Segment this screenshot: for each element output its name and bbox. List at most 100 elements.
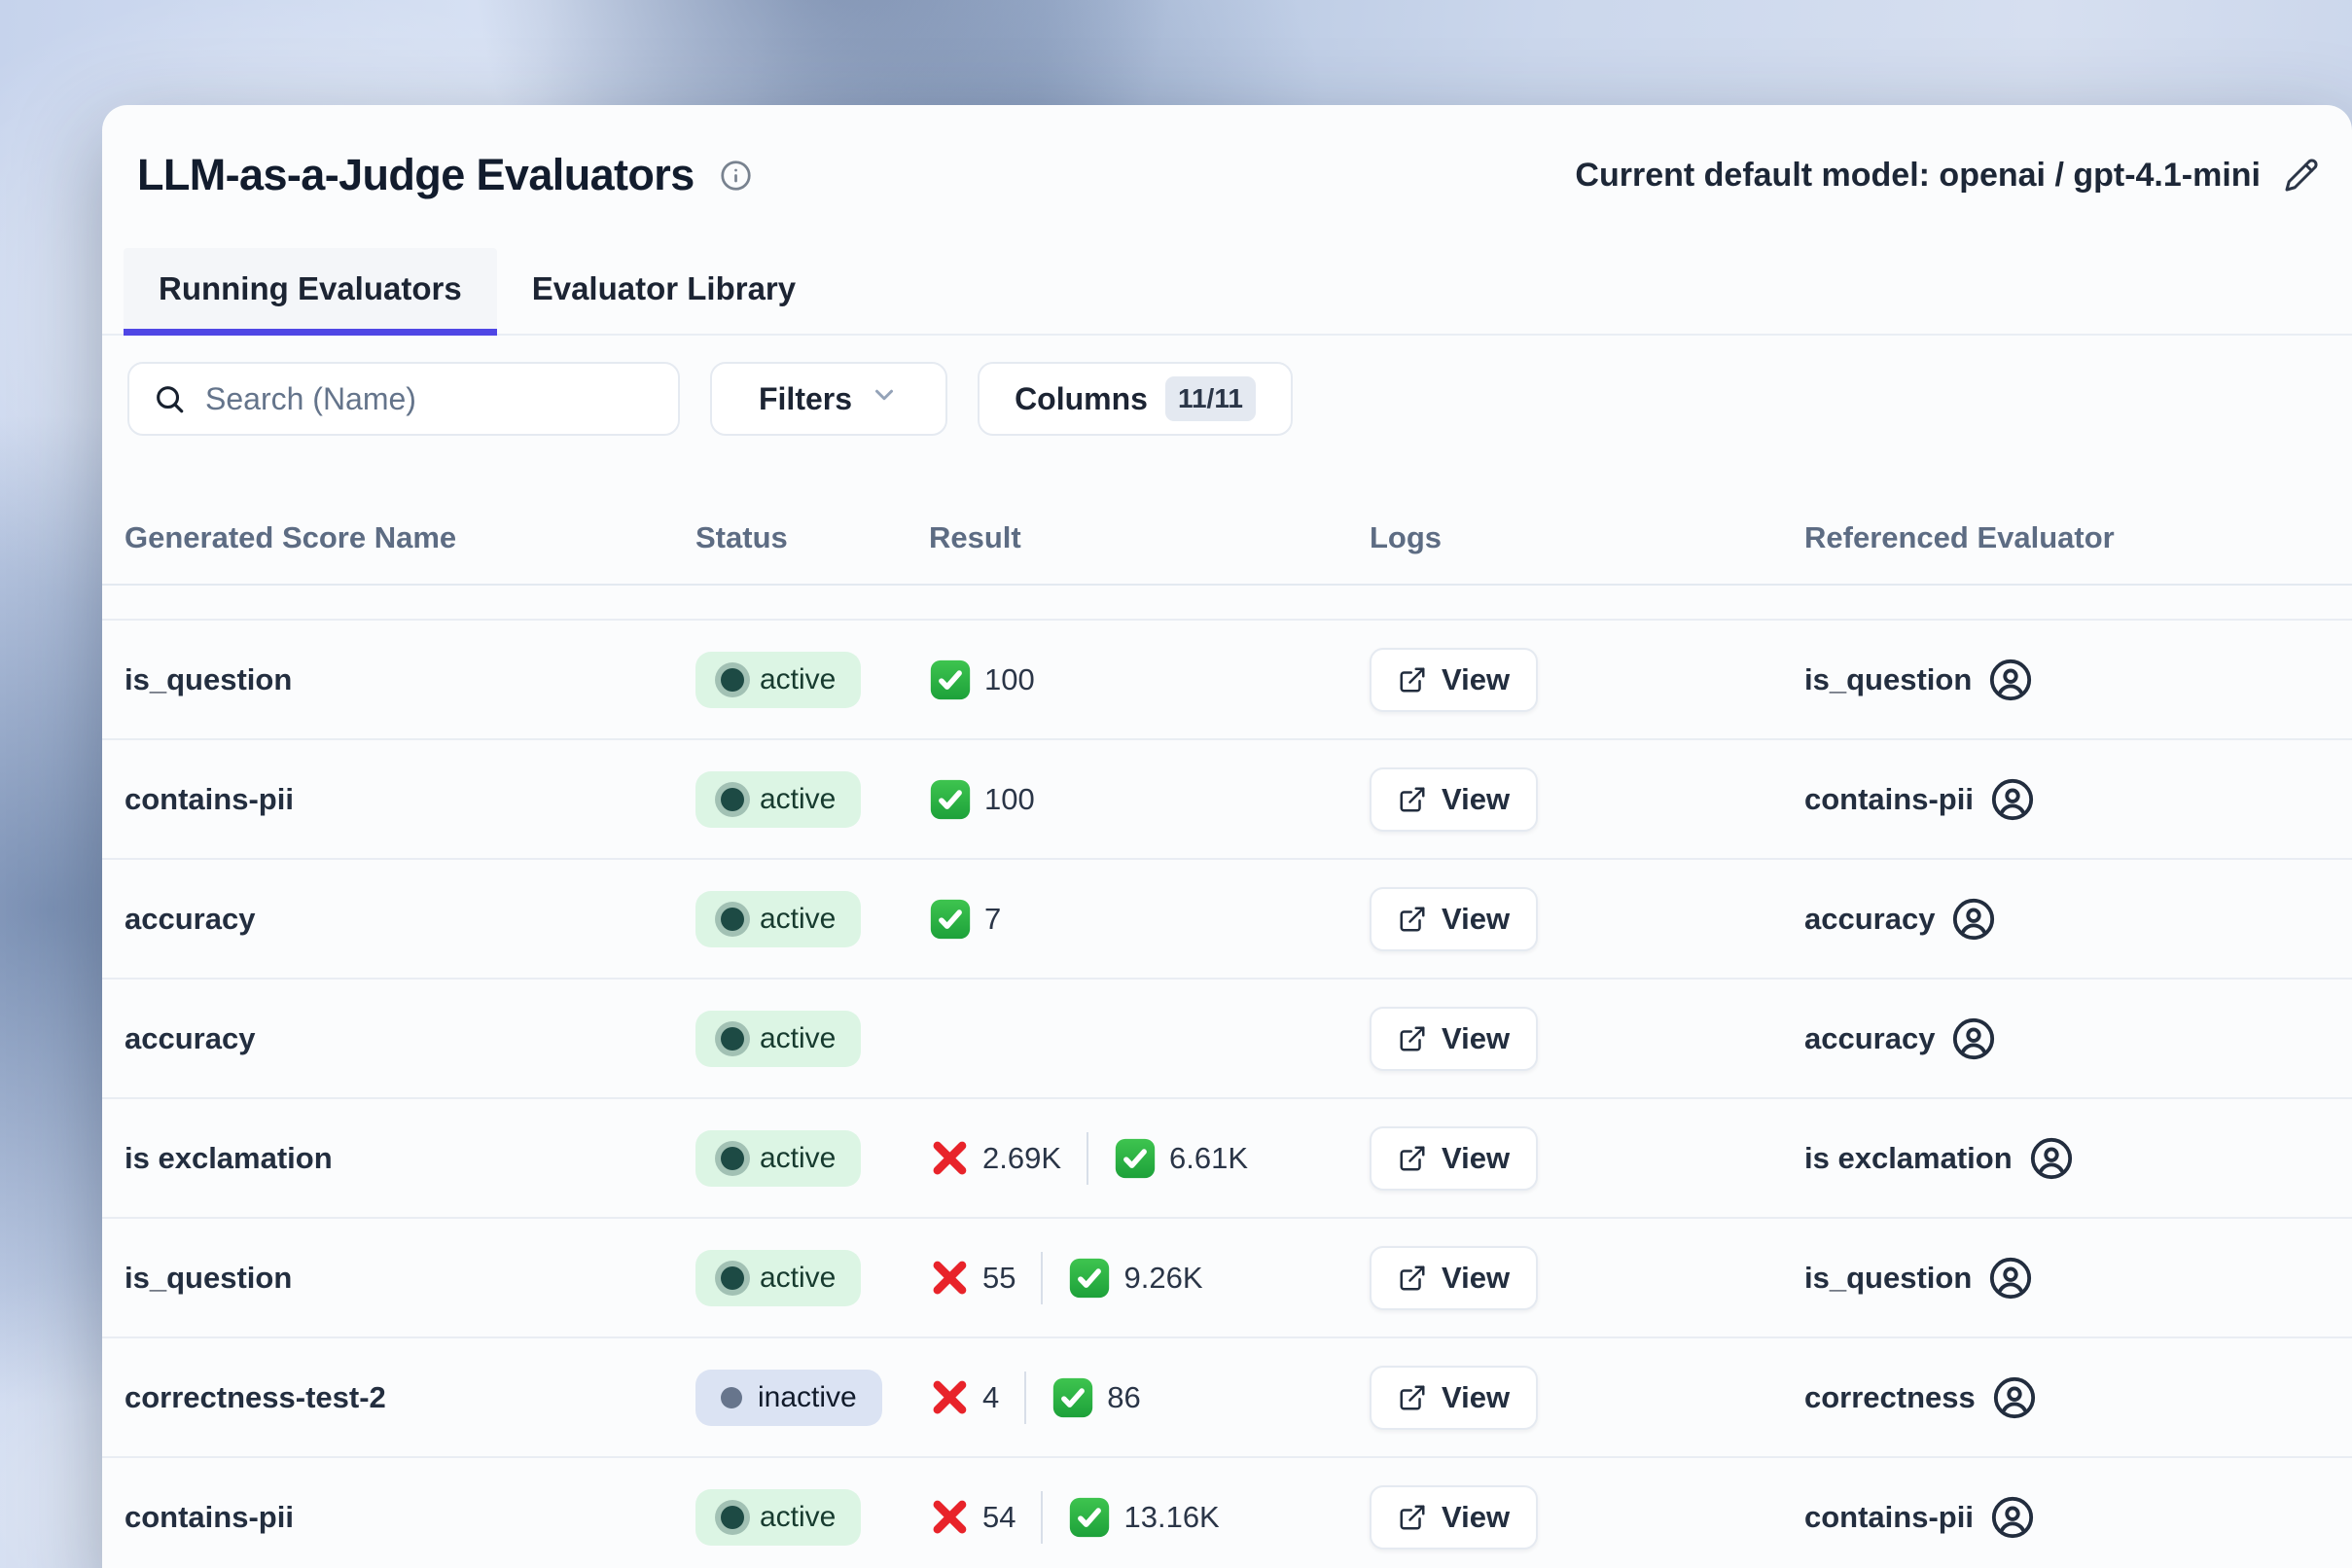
info-icon[interactable] (720, 160, 752, 192)
status-badge: inactive (695, 1370, 882, 1426)
table-row[interactable]: is_question active 559.26KView is_question (102, 1219, 2352, 1338)
filters-label: Filters (759, 381, 852, 417)
pencil-icon[interactable] (2284, 158, 2319, 193)
score-name: accuracy (125, 902, 695, 937)
pass-count: 100 (984, 782, 1035, 817)
columns-label: Columns (1015, 381, 1148, 417)
referenced-evaluator-name: accuracy (1804, 1021, 1935, 1056)
table-row[interactable]: contains-piiactive100Viewcontains-pii (102, 740, 2352, 860)
referenced-evaluator-name: is_question (1804, 662, 1972, 697)
fail-count: 4 (982, 1380, 999, 1415)
score-name: accuracy (125, 1021, 695, 1056)
external-link-icon (1398, 1144, 1427, 1173)
tab-running-evaluators[interactable]: Running Evaluators (124, 248, 497, 336)
status-badge: active (695, 1011, 861, 1067)
external-link-icon (1398, 1264, 1427, 1293)
table-row[interactable]: is_questionactive100Viewis_question (102, 621, 2352, 740)
status-dot-icon (721, 1387, 742, 1408)
pass-result: 7 (929, 898, 1001, 941)
referenced-evaluator-cell: contains-pii (1804, 1495, 2352, 1540)
column-header-generated-score-name: Generated Score Name (125, 520, 695, 555)
result-cell: 7 (929, 898, 1370, 941)
table-row[interactable]: accuracyactive7Viewaccuracy (102, 860, 2352, 980)
status-badge: active (695, 891, 861, 947)
view-button[interactable]: View (1370, 887, 1538, 951)
cross-icon (929, 1138, 970, 1179)
search-input[interactable] (205, 381, 655, 417)
result-cell: 100 (929, 778, 1370, 821)
filters-button[interactable]: Filters (710, 362, 947, 436)
user-circle-icon (2029, 1136, 2074, 1181)
view-label: View (1442, 1141, 1510, 1176)
view-label: View (1442, 1021, 1510, 1056)
column-header-referenced-evaluator: Referenced Evaluator (1804, 520, 2352, 555)
user-circle-icon (1992, 1375, 2037, 1420)
column-header-logs: Logs (1370, 520, 1804, 555)
table-body: is_questionactive100Viewis_questionconta… (102, 621, 2352, 1568)
view-button[interactable]: View (1370, 1007, 1538, 1071)
table-row[interactable]: correctness-test-2inactive486Viewcorrect… (102, 1338, 2352, 1458)
referenced-evaluator-name: is exclamation (1804, 1141, 2013, 1176)
view-button[interactable]: View (1370, 1366, 1538, 1430)
referenced-evaluator-cell: is_question (1804, 1256, 2352, 1301)
referenced-evaluator-name: correctness (1804, 1380, 1976, 1415)
status-label: active (760, 1022, 836, 1055)
table-toolbar: Filters Columns 11/11 (127, 362, 2352, 436)
partially-scrolled-row (102, 586, 2352, 621)
table-row[interactable]: contains-piiactive5413.16KViewcontains-p… (102, 1458, 2352, 1568)
pass-count: 13.16K (1123, 1500, 1219, 1535)
score-name: is exclamation (125, 1141, 695, 1176)
view-label: View (1442, 1500, 1510, 1535)
pass-result: 13.16K (1068, 1496, 1219, 1539)
check-icon (1068, 1257, 1111, 1300)
title-group: LLM-as-a-Judge Evaluators (137, 150, 752, 200)
view-button[interactable]: View (1370, 1485, 1538, 1550)
table-row[interactable]: accuracy active View accuracy (102, 980, 2352, 1099)
pass-count: 6.61K (1169, 1141, 1248, 1176)
default-model-group: Current default model: openai / gpt-4.1-… (1575, 157, 2319, 195)
columns-count-badge: 11/11 (1165, 376, 1256, 421)
pass-result: 100 (929, 778, 1035, 821)
status-dot-icon (721, 1027, 744, 1051)
pass-count: 86 (1107, 1380, 1140, 1415)
pass-result: 86 (1051, 1376, 1140, 1419)
table-header-row: Generated Score Name Status Result Logs … (102, 491, 2352, 586)
referenced-evaluator-cell: is_question (1804, 658, 2352, 702)
view-button[interactable]: View (1370, 648, 1538, 712)
view-button[interactable]: View (1370, 1246, 1538, 1310)
default-model-label: Current default model: openai / gpt-4.1-… (1575, 157, 2261, 195)
view-button[interactable]: View (1370, 767, 1538, 832)
cross-icon (929, 1497, 970, 1538)
pass-count: 7 (984, 902, 1001, 937)
status-dot-icon (721, 1506, 744, 1529)
fail-result: 55 (929, 1258, 1016, 1299)
referenced-evaluator-cell: correctness (1804, 1375, 2352, 1420)
result-cell: 5413.16K (929, 1491, 1370, 1544)
status-dot-icon (721, 1147, 744, 1170)
search-box[interactable] (127, 362, 680, 436)
external-link-icon (1398, 905, 1427, 934)
table-row[interactable]: is exclamationactive2.69K6.61KViewis exc… (102, 1099, 2352, 1219)
user-circle-icon (1951, 897, 1996, 942)
check-icon (929, 778, 972, 821)
result-divider (1041, 1252, 1043, 1304)
status-badge: active (695, 1489, 861, 1546)
tab-evaluator-library[interactable]: Evaluator Library (497, 248, 831, 336)
referenced-evaluator-cell: is exclamation (1804, 1136, 2352, 1181)
columns-button[interactable]: Columns 11/11 (978, 362, 1293, 436)
pass-result: 100 (929, 659, 1035, 701)
status-dot-icon (721, 668, 744, 692)
score-name: is_question (125, 1261, 695, 1296)
view-button[interactable]: View (1370, 1126, 1538, 1191)
score-name: contains-pii (125, 1500, 695, 1535)
result-cell: 559.26K (929, 1252, 1370, 1304)
view-label: View (1442, 1380, 1510, 1415)
score-name: is_question (125, 662, 695, 697)
status-badge: active (695, 771, 861, 828)
check-icon (1051, 1376, 1094, 1419)
status-label: active (760, 1262, 836, 1295)
external-link-icon (1398, 1503, 1427, 1532)
cross-icon (929, 1258, 970, 1299)
external-link-icon (1398, 1024, 1427, 1053)
fail-result: 4 (929, 1377, 999, 1418)
